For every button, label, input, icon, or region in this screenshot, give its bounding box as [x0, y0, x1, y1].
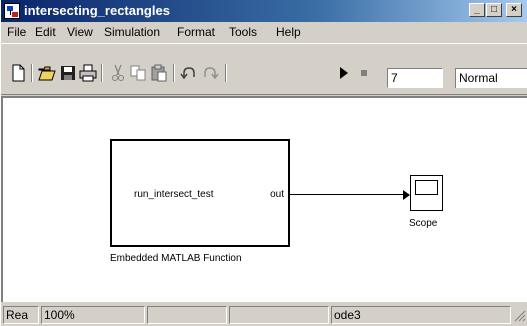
menu-edit[interactable]: Edit — [35, 25, 56, 39]
model-canvas[interactable]: run_intersect_test out Embedded MATLAB F… — [1, 96, 527, 302]
toolbar-separator — [31, 64, 33, 82]
simulink-model-icon — [4, 3, 20, 19]
scope-block[interactable] — [410, 175, 443, 211]
undo-icon[interactable] — [180, 64, 198, 82]
menu-file[interactable]: File — [7, 25, 26, 39]
window-title: intersecting_rectangles — [24, 3, 170, 18]
menu-help[interactable]: Help — [276, 25, 301, 39]
scope-block-label: Scope — [409, 218, 438, 229]
eml-out-port-label: out — [270, 189, 284, 200]
print-icon[interactable] — [79, 64, 97, 82]
play-icon[interactable] — [335, 64, 353, 82]
stop-icon[interactable] — [355, 64, 373, 82]
status-solver: ode3 — [331, 306, 511, 324]
signal-arrow-icon — [403, 190, 410, 200]
toolbar-separator — [225, 64, 227, 82]
status-field-3 — [147, 306, 227, 324]
close-button[interactable]: × — [506, 3, 522, 17]
maximize-button[interactable]: □ — [486, 3, 502, 17]
menu-simulation[interactable]: Simulation — [104, 25, 160, 39]
menu-tools[interactable]: Tools — [229, 25, 257, 39]
eml-block-label: Embedded MATLAB Function — [110, 253, 242, 264]
simulink-window: intersecting_rectangles _ □ × File Edit … — [0, 0, 527, 326]
open-icon[interactable] — [38, 64, 56, 82]
eml-function-name: run_intersect_test — [134, 189, 214, 200]
redo-icon[interactable] — [201, 64, 219, 82]
status-field-4 — [229, 306, 329, 324]
toolbar-separator — [101, 64, 103, 82]
paste-icon[interactable] — [150, 64, 168, 82]
cut-icon[interactable] — [109, 64, 127, 82]
minimize-button[interactable]: _ — [469, 3, 485, 17]
menu-format[interactable]: Format — [177, 25, 215, 39]
simulation-mode-select[interactable]: Normal — [455, 68, 527, 88]
menu-view[interactable]: View — [67, 25, 93, 39]
embedded-matlab-function-block[interactable]: run_intersect_test out — [110, 139, 290, 247]
scope-screen-icon — [415, 180, 438, 195]
status-bar: Rea 100% ode3 — [1, 304, 527, 326]
toolbar-separator — [173, 64, 175, 82]
signal-line[interactable] — [290, 194, 405, 195]
toolbar — [1, 43, 527, 95]
title-bar[interactable]: intersecting_rectangles _ □ × — [1, 0, 527, 22]
status-state: Rea — [3, 306, 39, 324]
save-icon[interactable] — [59, 64, 77, 82]
new-icon[interactable] — [9, 64, 27, 82]
stop-time-input[interactable]: 7 — [387, 68, 443, 88]
resize-grip-icon[interactable] — [514, 310, 526, 322]
status-zoom: 100% — [41, 306, 145, 324]
menu-bar: File Edit View Simulation Format Tools H… — [1, 22, 527, 42]
copy-icon[interactable] — [129, 64, 147, 82]
